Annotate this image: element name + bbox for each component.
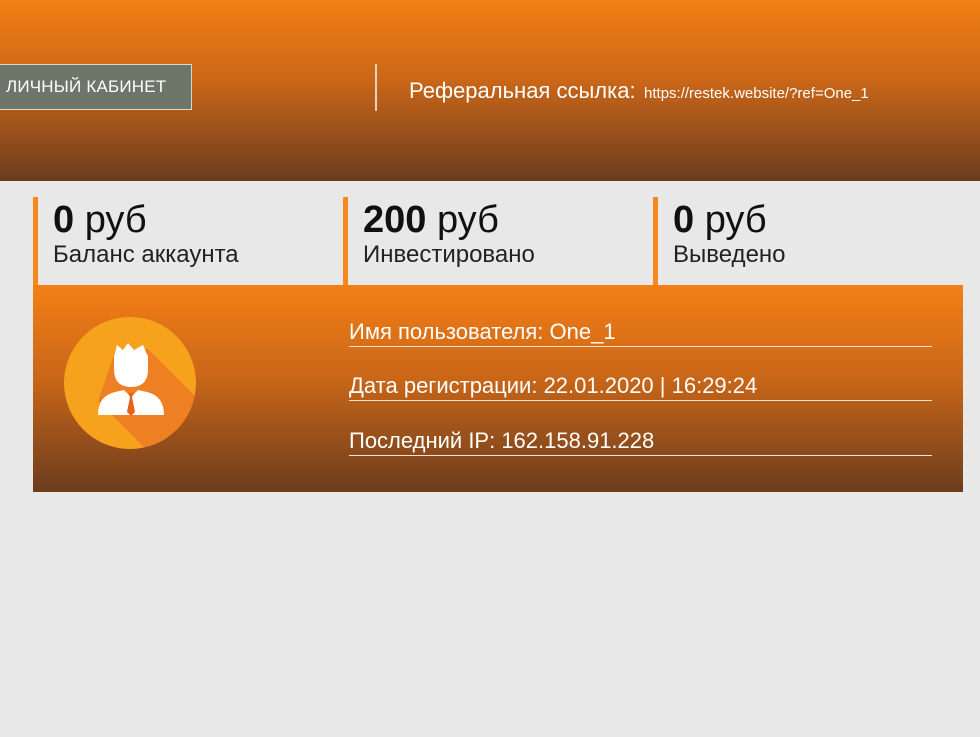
stat-withdrawn: 0 руб Выведено bbox=[653, 197, 963, 285]
stat-balance-label: Баланс аккаунта bbox=[53, 241, 239, 268]
stat-withdrawn-label: Выведено bbox=[673, 241, 786, 268]
stat-withdrawn-amount: 0 руб bbox=[673, 197, 963, 243]
referral-label: Реферальная ссылка: bbox=[409, 78, 636, 103]
header-banner: ЛИЧНЫЙ КАБИНЕТ Реферальная ссылка: https… bbox=[0, 0, 980, 181]
stat-invested: 200 руб Инвестировано bbox=[343, 197, 653, 285]
stat-balance-value: 0 bbox=[53, 199, 75, 241]
referral-link[interactable]: https://restek.website/?ref=One_1 bbox=[644, 85, 869, 102]
header-divider bbox=[375, 64, 377, 111]
stat-balance: 0 руб Баланс аккаунта bbox=[33, 197, 343, 285]
avatar bbox=[64, 317, 196, 449]
stat-balance-amount: 0 руб bbox=[53, 197, 343, 243]
referral-block: Реферальная ссылка: https://restek.websi… bbox=[409, 78, 869, 104]
stat-invested-value: 200 bbox=[363, 199, 427, 241]
stat-balance-unit: руб bbox=[84, 199, 147, 241]
stat-withdrawn-unit: руб bbox=[704, 199, 767, 241]
stat-invested-label: Инвестировано bbox=[363, 241, 535, 268]
stat-invested-amount: 200 руб bbox=[363, 197, 653, 243]
profile-panel: Имя пользователя: One_1 Дата регистрации… bbox=[33, 285, 963, 492]
stat-invested-unit: руб bbox=[436, 199, 499, 241]
stat-withdrawn-value: 0 bbox=[673, 199, 695, 241]
username-row: Имя пользователя: One_1 bbox=[349, 318, 932, 347]
personal-cabinet-button[interactable]: ЛИЧНЫЙ КАБИНЕТ bbox=[0, 64, 192, 110]
user-icon bbox=[64, 317, 196, 449]
registration-date-row: Дата регистрации: 22.01.2020 | 16:29:24 bbox=[349, 372, 932, 401]
last-ip-row: Последний IP: 162.158.91.228 bbox=[349, 427, 932, 456]
